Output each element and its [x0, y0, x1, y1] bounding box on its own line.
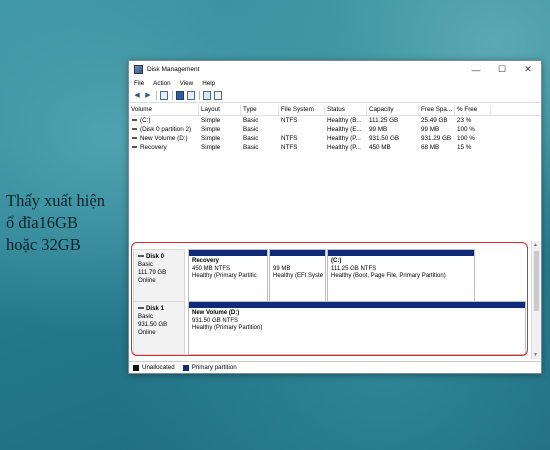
toolbar-divider — [199, 91, 200, 100]
menu-bar: File Action View Help — [129, 78, 541, 89]
col-type[interactable]: Type — [241, 105, 279, 115]
cell-free-space: 68 MB — [421, 144, 440, 151]
caption-line-1: Thấy xuất hiện — [6, 191, 105, 210]
disk-management-icon — [134, 65, 143, 74]
cell-status: Healthy (B... — [327, 117, 362, 124]
cell-file-system: NTFS — [281, 135, 298, 142]
cell-layout: Simple — [201, 144, 221, 151]
caption-line-2: ổ đĩa16GB — [6, 213, 78, 232]
minimize-button[interactable]: — — [463, 61, 489, 78]
volume-table: Volume Layout Type File System Status Ca… — [129, 105, 541, 152]
cell-capacity: 931.50 GB — [369, 135, 400, 142]
title-bar[interactable]: Disk Management — ☐ ✕ — [129, 61, 541, 78]
cell-layout: Simple — [201, 126, 221, 133]
col-volume[interactable]: Volume — [129, 105, 199, 115]
menu-help[interactable]: Help — [202, 80, 215, 87]
cell-file-system: NTFS — [281, 117, 298, 124]
legend-primary: Primary partition — [191, 364, 237, 371]
cell-type: Basic — [243, 135, 259, 142]
cell-percent-free: 23 % — [457, 117, 472, 124]
cell-type: Basic — [243, 117, 259, 124]
cell-status: Healthy (P... — [327, 135, 361, 142]
cell-capacity: 450 MB — [369, 144, 391, 151]
cell-status: Healthy (P... — [327, 144, 361, 151]
col-layout[interactable]: Layout — [199, 105, 241, 115]
cell-volume: New Volume (D:) — [129, 135, 199, 142]
menu-file[interactable]: File — [134, 80, 144, 87]
caption-line-3: hoặc 32GB — [6, 235, 81, 254]
scroll-up-icon[interactable]: ▲ — [533, 242, 538, 248]
menu-action[interactable]: Action — [153, 80, 171, 87]
rescan-icon[interactable] — [214, 91, 222, 100]
cell-free-space: 25.49 GB — [421, 117, 448, 124]
primary-swatch — [182, 364, 189, 371]
cell-percent-free: 100 % — [457, 135, 475, 142]
caption-text: Thấy xuất hiện ổ đĩa16GB hoặc 32GB — [6, 190, 134, 256]
scroll-down-icon[interactable]: ▼ — [533, 352, 538, 358]
back-arrow-icon[interactable]: ◀ — [133, 92, 141, 100]
col-capacity[interactable]: Capacity — [367, 105, 419, 115]
col-percent-free[interactable]: % Free — [455, 105, 491, 115]
legend-unallocated: Unallocated — [142, 364, 175, 371]
table-row[interactable]: (Disk 0 partition 2) Simple Basic Health… — [129, 125, 541, 134]
cell-type: Basic — [243, 126, 259, 133]
cell-layout: Simple — [201, 117, 221, 124]
table-row[interactable]: Recovery Simple Basic NTFS Healthy (P...… — [129, 143, 541, 152]
cell-free-space: 99 MB — [421, 126, 440, 133]
window-controls: — ☐ ✕ — [463, 61, 541, 78]
cell-status: Healthy (E... — [327, 126, 362, 133]
col-status[interactable]: Status — [325, 105, 367, 115]
toolbar: ◀ ▶ — [129, 89, 541, 103]
cell-volume: (Disk 0 partition 2) — [129, 126, 199, 133]
close-button[interactable]: ✕ — [515, 61, 541, 78]
col-file-system[interactable]: File System — [279, 105, 325, 115]
table-row[interactable]: New Volume (D:) Simple Basic NTFS Health… — [129, 134, 541, 143]
forward-arrow-icon[interactable]: ▶ — [144, 92, 152, 100]
highlight-annotation — [131, 242, 528, 356]
window-title: Disk Management — [147, 66, 200, 73]
help-icon[interactable] — [176, 91, 184, 100]
vertical-scrollbar[interactable]: ▲ ▼ — [531, 241, 541, 359]
maximize-button[interactable]: ☐ — [489, 61, 515, 78]
cell-capacity: 111.25 GB — [369, 117, 399, 124]
cell-file-system: NTFS — [281, 144, 298, 151]
volume-table-header: Volume Layout Type File System Status Ca… — [129, 105, 541, 116]
cell-volume: (C:) — [129, 117, 199, 124]
legend: Unallocated Primary partition — [129, 361, 541, 373]
toolbar-divider — [172, 91, 173, 100]
scroll-thumb[interactable] — [534, 251, 539, 311]
unallocated-swatch — [133, 364, 139, 371]
list-view-icon[interactable] — [160, 91, 168, 100]
cell-type: Basic — [243, 144, 259, 151]
cell-capacity: 99 MB — [369, 126, 388, 133]
cell-layout: Simple — [201, 135, 221, 142]
col-free-space[interactable]: Free Spa... — [419, 105, 455, 115]
table-row[interactable]: (C:) Simple Basic NTFS Healthy (B... 111… — [129, 116, 541, 125]
cell-volume: Recovery — [129, 144, 199, 151]
cell-free-space: 931.29 GB — [421, 135, 452, 142]
cell-percent-free: 100 % — [457, 126, 475, 133]
menu-view[interactable]: View — [180, 80, 194, 87]
toolbar-divider — [156, 91, 157, 100]
settings-icon[interactable] — [203, 91, 211, 100]
disk-management-window: Disk Management — ☐ ✕ File Action View H… — [128, 60, 542, 374]
cell-percent-free: 15 % — [457, 144, 472, 151]
properties-icon[interactable] — [187, 91, 195, 100]
